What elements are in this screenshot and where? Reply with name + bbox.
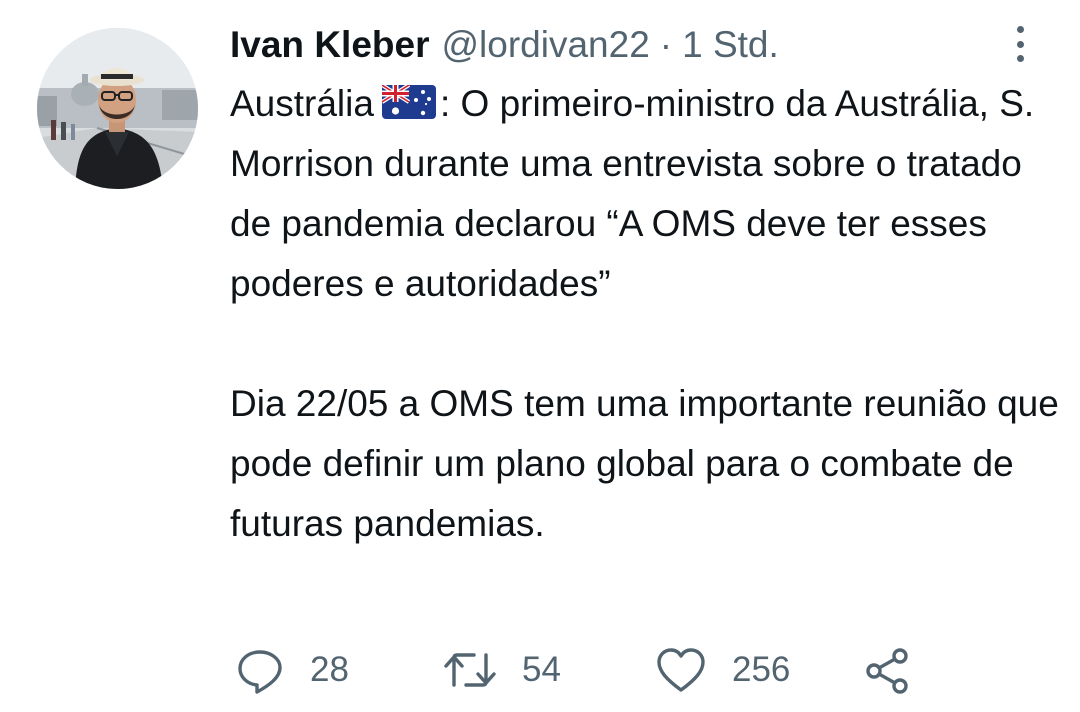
avatar[interactable] (37, 28, 198, 189)
more-dot (1016, 40, 1024, 48)
timestamp[interactable]: 1 Std. (682, 20, 779, 70)
tweet-header: Ivan Kleber @lordivan22 · 1 Std. (230, 20, 779, 70)
more-dot (1016, 55, 1024, 62)
retweet-icon (442, 644, 498, 696)
separator-dot: · (659, 24, 673, 65)
like-button[interactable]: 256 (654, 640, 790, 700)
tweet[interactable]: Ivan Kleber @lordivan22 · 1 Std. Austrál… (0, 0, 1080, 712)
heart-icon (654, 644, 708, 696)
tweet-text: Austrália: O primeiro-ministro da Austr… (230, 74, 1070, 554)
share-button[interactable] (862, 640, 914, 700)
like-count: 256 (732, 650, 791, 689)
retweet-button[interactable]: 54 (442, 640, 561, 700)
australia-flag-icon (380, 77, 436, 119)
tweet-actions: 28 54 256 (0, 640, 1080, 700)
tweet-paragraph: Dia 22/05 a OMS tem uma importante reuni… (230, 383, 1059, 544)
more-options-icon[interactable] (1003, 22, 1037, 66)
share-icon (862, 644, 914, 696)
reply-count: 28 (310, 650, 349, 689)
more-dot (1016, 26, 1024, 33)
retweet-count: 54 (522, 650, 561, 689)
user-handle[interactable]: @lordivan22 (441, 20, 649, 70)
display-name[interactable]: Ivan Kleber (230, 20, 429, 70)
reply-button[interactable]: 28 (234, 640, 349, 700)
country-label: Austrália (230, 83, 374, 124)
tweet-paragraph: Austrália: O primeiro-ministro da Austr… (230, 74, 1070, 314)
reply-icon (234, 644, 286, 696)
